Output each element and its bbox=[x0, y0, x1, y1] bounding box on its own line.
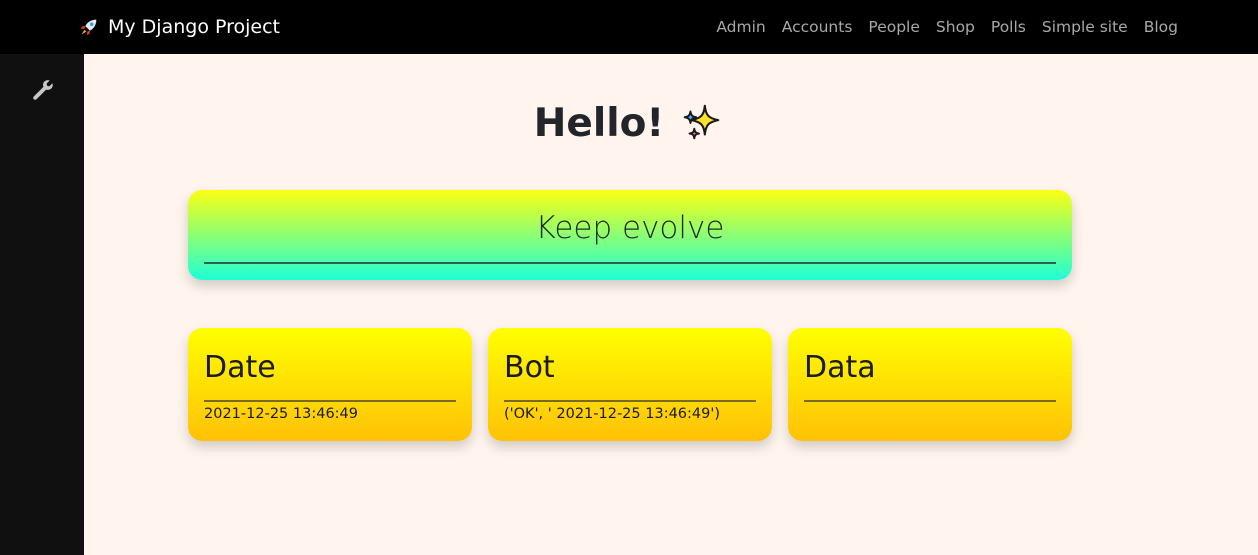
sparkles-icon bbox=[683, 104, 720, 140]
date-card-divider bbox=[204, 400, 456, 402]
nav-link-blog[interactable]: Blog bbox=[1144, 18, 1178, 36]
main-content: Hello! Keep evolve Date 2021-12-25 13:46… bbox=[84, 54, 1258, 555]
nav-link-people[interactable]: People bbox=[868, 18, 920, 36]
nav-link-admin[interactable]: Admin bbox=[716, 18, 765, 36]
nav-links: Admin Accounts People Shop Polls Simple … bbox=[716, 0, 1178, 54]
hero-card: Keep evolve bbox=[188, 190, 1072, 280]
page-title: Hello! bbox=[84, 100, 1174, 146]
date-card-title: Date bbox=[204, 350, 276, 385]
hero-text: Keep evolve bbox=[535, 210, 725, 246]
nav-link-accounts[interactable]: Accounts bbox=[782, 18, 853, 36]
data-card-divider bbox=[804, 400, 1056, 402]
brand-link[interactable]: My Django Project bbox=[78, 0, 280, 54]
rocket-icon bbox=[80, 19, 97, 36]
bot-card: Bot ('OK', ' 2021-12-25 13:46:49') bbox=[488, 328, 772, 441]
wrench-icon[interactable] bbox=[30, 78, 56, 104]
nav-link-polls[interactable]: Polls bbox=[991, 18, 1026, 36]
bot-card-value: ('OK', ' 2021-12-25 13:46:49') bbox=[504, 406, 721, 422]
data-card: Data bbox=[788, 328, 1072, 441]
brand-title: My Django Project bbox=[108, 16, 281, 38]
hero-divider bbox=[204, 262, 1056, 264]
date-card-value: 2021-12-25 13:46:49 bbox=[204, 406, 358, 422]
page-title-text: Hello! bbox=[533, 100, 665, 146]
sidebar bbox=[0, 54, 84, 555]
nav-link-simple-site[interactable]: Simple site bbox=[1042, 18, 1128, 36]
data-card-title: Data bbox=[804, 350, 876, 385]
bot-card-divider bbox=[504, 400, 756, 402]
date-card: Date 2021-12-25 13:46:49 bbox=[188, 328, 472, 441]
navbar: My Django Project Admin Accounts People … bbox=[0, 0, 1258, 54]
nav-link-shop[interactable]: Shop bbox=[936, 18, 975, 36]
bot-card-title: Bot bbox=[504, 350, 555, 385]
